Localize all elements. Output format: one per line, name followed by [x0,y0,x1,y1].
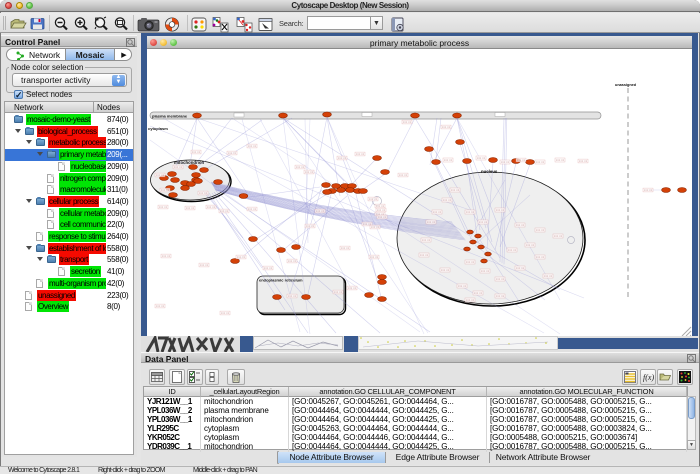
svg-text:××× ××: ××× ×× [288,294,297,298]
svg-text:××× ××: ××× ×× [544,274,553,278]
svg-text:××× ××: ××× ×× [433,210,442,214]
svg-text:××× ××: ××× ×× [526,243,535,247]
svg-text:××× ××: ××× ×× [221,311,230,315]
svg-text:××× ××: ××× ×× [496,277,505,281]
svg-text:××× ××: ××× ×× [427,220,436,224]
svg-text:unassigned: unassigned [615,83,637,87]
svg-text:××× ××: ××× ×× [501,160,510,164]
svg-text:××× ××: ××× ×× [174,165,183,169]
svg-text:××× ××: ××× ×× [334,290,343,294]
svg-text:××× ××: ××× ×× [579,159,588,163]
svg-text:××× ××: ××× ×× [481,269,490,273]
svg-text:××× ××: ××× ×× [220,209,229,213]
svg-text:××× ××: ××× ×× [517,158,526,162]
svg-text:××× ××: ××× ×× [516,223,525,227]
svg-text:××× ××: ××× ×× [458,284,467,288]
svg-text:××× ××: ××× ×× [556,158,565,162]
svg-text:××× ××: ××× ×× [477,156,486,160]
svg-text:××× ××: ××× ×× [554,234,563,238]
svg-text:plasma membrane: plasma membrane [152,114,188,119]
svg-text:f(x): f(x) [643,373,654,382]
svg-text:××× ××: ××× ×× [316,209,325,213]
svg-text:××× ××: ××× ×× [399,173,408,177]
svg-text:××× ××: ××× ×× [444,158,453,162]
svg-text:nucleus: nucleus [481,169,498,174]
svg-text:××× ××: ××× ×× [296,165,305,169]
svg-text:××× ××: ××× ×× [200,263,209,267]
svg-text:××× ××: ××× ×× [516,266,525,270]
svg-text:××× ××: ××× ×× [644,188,653,192]
svg-text:××× ××: ××× ×× [348,286,357,290]
svg-text:××× ××: ××× ×× [192,150,201,154]
svg-text:××× ××: ××× ×× [443,198,452,202]
svg-text:××× ××: ××× ×× [442,125,451,129]
svg-text:××× ××: ××× ×× [248,207,257,211]
svg-text:××× ××: ××× ×× [378,215,387,219]
svg-text:××× ××: ××× ×× [248,144,257,148]
svg-text:××× ××: ××× ×× [466,298,475,302]
svg-text:××× ××: ××× ×× [371,225,380,229]
svg-text:××× ××: ××× ×× [288,259,297,263]
svg-text:××× ××: ××× ×× [207,205,216,209]
svg-text:××× ××: ××× ×× [466,210,475,214]
svg-text:××× ××: ××× ×× [162,254,171,258]
svg-text:××× ××: ××× ×× [356,152,365,156]
svg-text:××× ××: ××× ×× [420,253,429,257]
svg-text:××× ××: ××× ×× [369,197,378,201]
svg-text:××× ××: ××× ×× [451,188,460,192]
svg-text:××× ××: ××× ×× [370,255,379,259]
svg-text:××× ××: ××× ×× [264,266,273,270]
svg-text:××× ××: ××× ×× [338,156,347,160]
svg-text:××× ××: ××× ×× [474,291,483,295]
svg-text:××× ××: ××× ×× [186,206,195,210]
svg-text:××× ××: ××× ×× [403,120,412,124]
svg-text:××× ××: ××× ×× [159,205,168,209]
svg-text:××× ××: ××× ×× [496,294,505,298]
svg-text:××× ××: ××× ×× [199,191,208,195]
svg-text:××× ××: ××× ×× [306,224,315,228]
svg-text:××× ××: ××× ×× [376,204,385,208]
svg-text:××× ××: ××× ×× [536,160,545,164]
svg-text:××× ××: ××× ×× [341,246,350,250]
svg-text:××× ××: ××× ×× [536,255,545,259]
svg-text:××× ××: ××× ×× [377,208,386,212]
svg-text:××× ××: ××× ×× [156,304,165,308]
svg-text:××× ××: ××× ×× [466,260,475,264]
svg-text:××× ××: ××× ×× [228,151,237,155]
svg-text:××× ××: ××× ×× [536,228,545,232]
svg-text:××× ××: ××× ×× [237,255,246,259]
svg-text:××× ××: ××× ×× [479,220,488,224]
svg-text:××× ××: ××× ×× [508,248,517,252]
svg-text:cytoplasm: cytoplasm [148,126,168,131]
svg-text:××× ××: ××× ×× [305,170,314,174]
svg-text:××× ××: ××× ×× [441,268,450,272]
svg-text:××× ××: ××× ×× [161,188,170,192]
svg-text:××× ××: ××× ×× [156,173,165,177]
svg-text:××× ××: ××× ×× [422,238,431,242]
svg-text:××× ××: ××× ×× [496,208,505,212]
